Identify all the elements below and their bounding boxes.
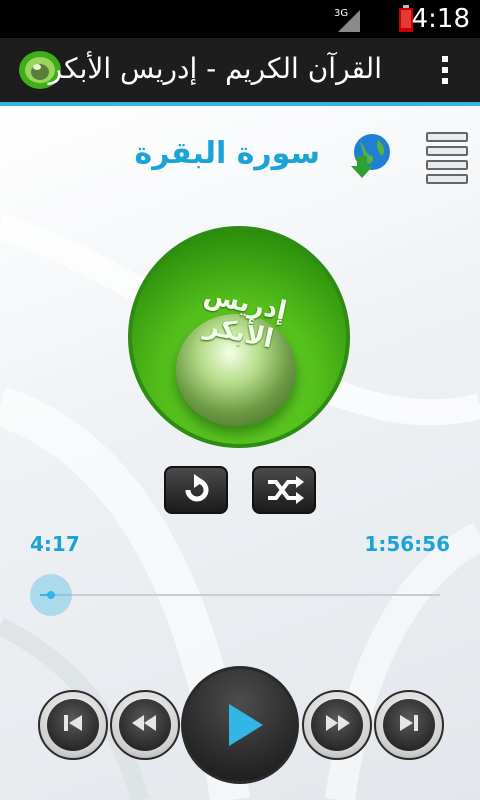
app-title: القرآن الكريم - إدريس الأبكر	[48, 52, 382, 85]
play-button[interactable]	[181, 666, 299, 784]
total-duration: 1:56:56	[364, 532, 450, 556]
signal-3g-icon: 3G	[334, 8, 360, 32]
seek-thumb[interactable]	[30, 574, 72, 616]
repeat-button[interactable]	[164, 466, 228, 514]
skip-last-icon	[400, 715, 418, 731]
seek-bar[interactable]	[40, 594, 440, 596]
status-time: 4:18	[411, 4, 470, 34]
shuffle-button[interactable]	[252, 466, 316, 514]
player-screen: سورة البقرة إدريس الأبكر 4:17 1:56:56	[0, 106, 480, 800]
skip-last-button[interactable]	[374, 690, 444, 760]
overflow-menu-icon[interactable]	[440, 56, 450, 88]
action-bar: القرآن الكريم - إدريس الأبكر	[0, 38, 480, 106]
fast-forward-button[interactable]	[302, 690, 372, 760]
surah-title: سورة البقرة	[134, 136, 321, 171]
status-bar: 3G 4:18	[0, 0, 480, 38]
fast-forward-icon	[326, 715, 350, 731]
play-icon	[229, 704, 263, 746]
network-type: 3G	[334, 8, 348, 19]
rewind-button[interactable]	[110, 690, 180, 760]
playlist-menu-button[interactable]	[426, 132, 468, 184]
elapsed-time: 4:17	[30, 532, 80, 556]
shuffle-icon	[268, 476, 304, 504]
repeat-icon	[185, 474, 209, 502]
album-cover: إدريس الأبكر	[128, 226, 350, 448]
globe-download-icon[interactable]	[346, 132, 394, 180]
skip-first-icon	[64, 715, 82, 731]
skip-first-button[interactable]	[38, 690, 108, 760]
list-icon	[426, 132, 468, 142]
rewind-icon	[132, 715, 156, 731]
